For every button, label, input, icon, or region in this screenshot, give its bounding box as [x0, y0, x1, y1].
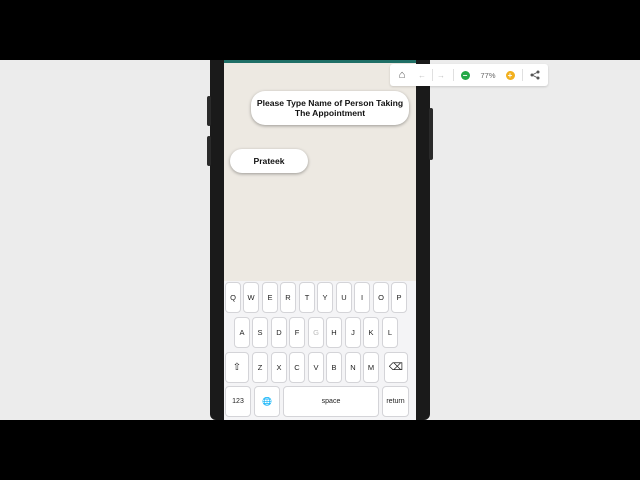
key-p[interactable]: P	[391, 282, 407, 313]
user-message-text: Prateek	[253, 156, 285, 166]
share-icon[interactable]	[529, 68, 541, 82]
return-key[interactable]: return	[382, 386, 409, 417]
back-arrow-icon[interactable]: ←	[416, 68, 428, 82]
chat-area: Please Type Name of Person Taking The Ap…	[224, 63, 416, 281]
toolbar-divider	[432, 69, 433, 81]
toolbar-divider	[453, 69, 454, 81]
key-d[interactable]: D	[271, 317, 287, 348]
space-key[interactable]: space	[283, 386, 379, 417]
key-i[interactable]: I	[354, 282, 370, 313]
bot-message-bubble: Please Type Name of Person Taking The Ap…	[251, 91, 409, 125]
zoom-out-icon: −	[460, 70, 470, 80]
key-c[interactable]: C	[289, 352, 305, 383]
on-screen-keyboard: Q W E R T Y U I O P A S D F G H J K L ⇧ …	[224, 281, 416, 420]
key-l[interactable]: L	[382, 317, 398, 348]
zoom-level-readout: 77%	[480, 70, 496, 80]
letterbox-top	[0, 0, 640, 60]
zoom-in-button[interactable]: +	[505, 68, 515, 82]
key-h[interactable]: H	[326, 317, 342, 348]
key-e[interactable]: E	[262, 282, 278, 313]
forward-arrow-icon[interactable]: →	[435, 68, 447, 82]
key-n[interactable]: N	[345, 352, 361, 383]
key-x[interactable]: X	[271, 352, 287, 383]
zoom-in-icon: +	[505, 70, 515, 80]
backspace-key[interactable]: ⌫	[384, 352, 408, 383]
key-s[interactable]: S	[252, 317, 268, 348]
key-t[interactable]: T	[299, 282, 315, 313]
globe-key[interactable]: 🌐	[254, 386, 280, 417]
key-m[interactable]: M	[363, 352, 379, 383]
phone-side-button	[207, 96, 211, 126]
phone-side-button	[429, 108, 433, 160]
key-a[interactable]: A	[234, 317, 250, 348]
phone-side-button	[207, 136, 211, 166]
share-icon-graphic	[530, 70, 540, 80]
key-k[interactable]: K	[363, 317, 379, 348]
bot-message-text: Please Type Name of Person Taking The Ap…	[256, 98, 404, 118]
key-f[interactable]: F	[289, 317, 305, 348]
key-r[interactable]: R	[280, 282, 296, 313]
viewer-area: Please Type Name of Person Taking The Ap…	[0, 60, 640, 420]
key-v[interactable]: V	[308, 352, 324, 383]
shift-key[interactable]: ⇧	[225, 352, 249, 383]
key-o[interactable]: O	[373, 282, 389, 313]
toolbar-divider	[522, 69, 523, 81]
letterbox-bottom	[0, 420, 640, 480]
zoom-out-button[interactable]: −	[460, 68, 470, 82]
user-message-bubble: Prateek	[230, 149, 308, 173]
key-g[interactable]: G	[308, 317, 324, 348]
key-j[interactable]: J	[345, 317, 361, 348]
key-w[interactable]: W	[243, 282, 259, 313]
key-u[interactable]: U	[336, 282, 352, 313]
phone-screen: Please Type Name of Person Taking The Ap…	[224, 60, 416, 420]
key-y[interactable]: Y	[317, 282, 333, 313]
numbers-key[interactable]: 123	[225, 386, 251, 417]
key-q[interactable]: Q	[225, 282, 241, 313]
key-z[interactable]: Z	[252, 352, 268, 383]
home-icon[interactable]: ⌂	[396, 68, 408, 82]
key-b[interactable]: B	[326, 352, 342, 383]
zoom-toolbar: ⌂ ← → − 77% +	[390, 64, 548, 86]
